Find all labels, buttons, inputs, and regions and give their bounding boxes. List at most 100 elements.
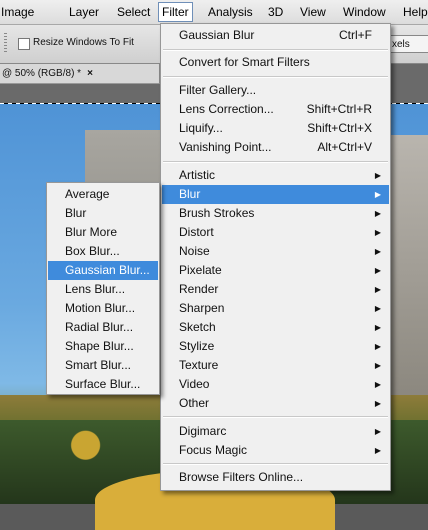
menu-item-liquify[interactable]: Liquify... Shift+Ctrl+X: [162, 119, 389, 138]
menu-item-label: Stylize: [179, 339, 215, 353]
menu-item-pixelate[interactable]: Pixelate ▶: [162, 261, 389, 280]
submenu-arrow-icon: ▶: [374, 427, 381, 436]
menu-item-brush-strokes[interactable]: Brush Strokes ▶: [162, 204, 389, 223]
menu-item-blur-more[interactable]: Blur More: [48, 223, 158, 242]
menu-item-lens-correction[interactable]: Lens Correction... Shift+Ctrl+R: [162, 100, 389, 119]
menu-item-box-blur[interactable]: Box Blur...: [48, 242, 158, 261]
actual-pixels-button[interactable]: xels: [388, 35, 428, 53]
submenu-arrow-icon: ▶: [374, 171, 381, 180]
menu-window[interactable]: Window: [343, 5, 386, 19]
menu-item-label: Surface Blur...: [65, 377, 141, 391]
menu-item-stylize[interactable]: Stylize ▶: [162, 337, 389, 356]
menu-separator: [163, 161, 388, 163]
menu-item-label: Gaussian Blur: [179, 28, 255, 42]
menu-item-sharpen[interactable]: Sharpen ▶: [162, 299, 389, 318]
menu-item-label: Blur: [65, 206, 87, 220]
menu-item-label: Digimarc: [179, 424, 227, 438]
shortcut-label: Shift+Ctrl+R: [306, 102, 372, 116]
menu-item-radial-blur[interactable]: Radial Blur...: [48, 318, 158, 337]
submenu-arrow-icon: ▶: [374, 399, 381, 408]
stadium-tower-right: [390, 135, 428, 405]
menu-item-sketch[interactable]: Sketch ▶: [162, 318, 389, 337]
submenu-arrow-icon: ▶: [374, 228, 381, 237]
menu-item-label: Noise: [179, 244, 210, 258]
menu-item-render[interactable]: Render ▶: [162, 280, 389, 299]
menu-item-label: Lens Correction...: [179, 102, 274, 116]
menu-item-blur-basic[interactable]: Blur: [48, 204, 158, 223]
menu-item-label: Gaussian Blur...: [65, 263, 150, 277]
menu-item-smart-blur[interactable]: Smart Blur...: [48, 356, 158, 375]
menu-item-label: Texture: [179, 358, 219, 372]
menu-item-label: Distort: [179, 225, 214, 239]
menu-item-lens-blur[interactable]: Lens Blur...: [48, 280, 158, 299]
menu-item-label: Render: [179, 282, 219, 296]
submenu-arrow-icon: ▶: [374, 285, 381, 294]
menu-item-label: Sharpen: [179, 301, 225, 315]
menu-item-motion-blur[interactable]: Motion Blur...: [48, 299, 158, 318]
menu-item-label: Lens Blur...: [65, 282, 126, 296]
filter-menu: Gaussian Blur Ctrl+F Convert for Smart F…: [160, 23, 391, 491]
menu-item-label: Browse Filters Online...: [179, 470, 304, 484]
menu-layer[interactable]: Layer: [69, 5, 99, 19]
menu-item-distort[interactable]: Distort ▶: [162, 223, 389, 242]
menu-item-convert-smart-filters[interactable]: Convert for Smart Filters: [162, 53, 389, 72]
menu-item-last-filter[interactable]: Gaussian Blur Ctrl+F: [162, 26, 389, 45]
menu-item-label: Vanishing Point...: [179, 140, 272, 154]
menu-item-label: Motion Blur...: [65, 301, 136, 315]
menu-image[interactable]: Image: [1, 5, 34, 19]
menu-item-label: Average: [65, 187, 110, 201]
menu-item-label: Focus Magic: [179, 443, 248, 457]
submenu-arrow-icon: ▶: [374, 342, 381, 351]
menu-item-blur[interactable]: Blur ▶: [162, 185, 389, 204]
menu-item-surface-blur[interactable]: Surface Blur...: [48, 375, 158, 394]
menu-separator: [163, 49, 388, 51]
menu-analysis[interactable]: Analysis: [208, 5, 253, 19]
menu-item-browse-filters-online[interactable]: Browse Filters Online...: [162, 468, 389, 487]
menu-item-label: Blur More: [65, 225, 118, 239]
menu-item-label: Other: [179, 396, 210, 410]
menu-item-texture[interactable]: Texture ▶: [162, 356, 389, 375]
resize-windows-checkbox[interactable]: [18, 38, 30, 50]
resize-windows-label: Resize Windows To Fit: [33, 37, 134, 48]
menu-item-focus-magic[interactable]: Focus Magic ▶: [162, 441, 389, 460]
menu-item-video[interactable]: Video ▶: [162, 375, 389, 394]
submenu-arrow-icon: ▶: [374, 380, 381, 389]
submenu-arrow-icon: ▶: [374, 247, 381, 256]
shortcut-label: Alt+Ctrl+V: [317, 140, 372, 154]
menu-item-label: Liquify...: [179, 121, 223, 135]
menu-item-gaussian-blur[interactable]: Gaussian Blur...: [48, 261, 158, 280]
document-tab-label: @ 50% (RGB/8) *: [2, 68, 82, 79]
menu-help[interactable]: Help: [403, 5, 428, 19]
menu-item-label: Convert for Smart Filters: [179, 55, 310, 69]
menu-item-label: Pixelate: [179, 263, 222, 277]
menu-item-artistic[interactable]: Artistic ▶: [162, 166, 389, 185]
menu-item-shape-blur[interactable]: Shape Blur...: [48, 337, 158, 356]
menu-item-digimarc[interactable]: Digimarc ▶: [162, 422, 389, 441]
menu-item-filter-gallery[interactable]: Filter Gallery...: [162, 81, 389, 100]
grip-icon[interactable]: [4, 33, 7, 53]
menu-view[interactable]: View: [300, 5, 326, 19]
submenu-arrow-icon: ▶: [374, 446, 381, 455]
menu-select[interactable]: Select: [117, 5, 150, 19]
menu-filter[interactable]: Filter: [158, 2, 193, 22]
menu-item-label: Smart Blur...: [65, 358, 132, 372]
menu-item-average[interactable]: Average: [48, 185, 158, 204]
menu-separator: [163, 416, 388, 418]
menu-item-label: Brush Strokes: [179, 206, 255, 220]
document-tab[interactable]: @ 50% (RGB/8) * ×: [0, 64, 160, 84]
menu-item-noise[interactable]: Noise ▶: [162, 242, 389, 261]
close-icon[interactable]: ×: [87, 68, 93, 79]
submenu-arrow-icon: ▶: [374, 190, 381, 199]
menu-item-label: Artistic: [179, 168, 215, 182]
menu-item-label: Box Blur...: [65, 244, 120, 258]
menu-item-label: Sketch: [179, 320, 216, 334]
menu-3d[interactable]: 3D: [268, 5, 283, 19]
menu-item-vanishing-point[interactable]: Vanishing Point... Alt+Ctrl+V: [162, 138, 389, 157]
menu-separator: [163, 463, 388, 465]
submenu-arrow-icon: ▶: [374, 304, 381, 313]
menu-bar: Image Layer Select Filter Analysis 3D Vi…: [0, 0, 428, 25]
menu-item-other[interactable]: Other ▶: [162, 394, 389, 413]
menu-item-label: Shape Blur...: [65, 339, 134, 353]
menu-separator: [163, 76, 388, 78]
submenu-arrow-icon: ▶: [374, 266, 381, 275]
